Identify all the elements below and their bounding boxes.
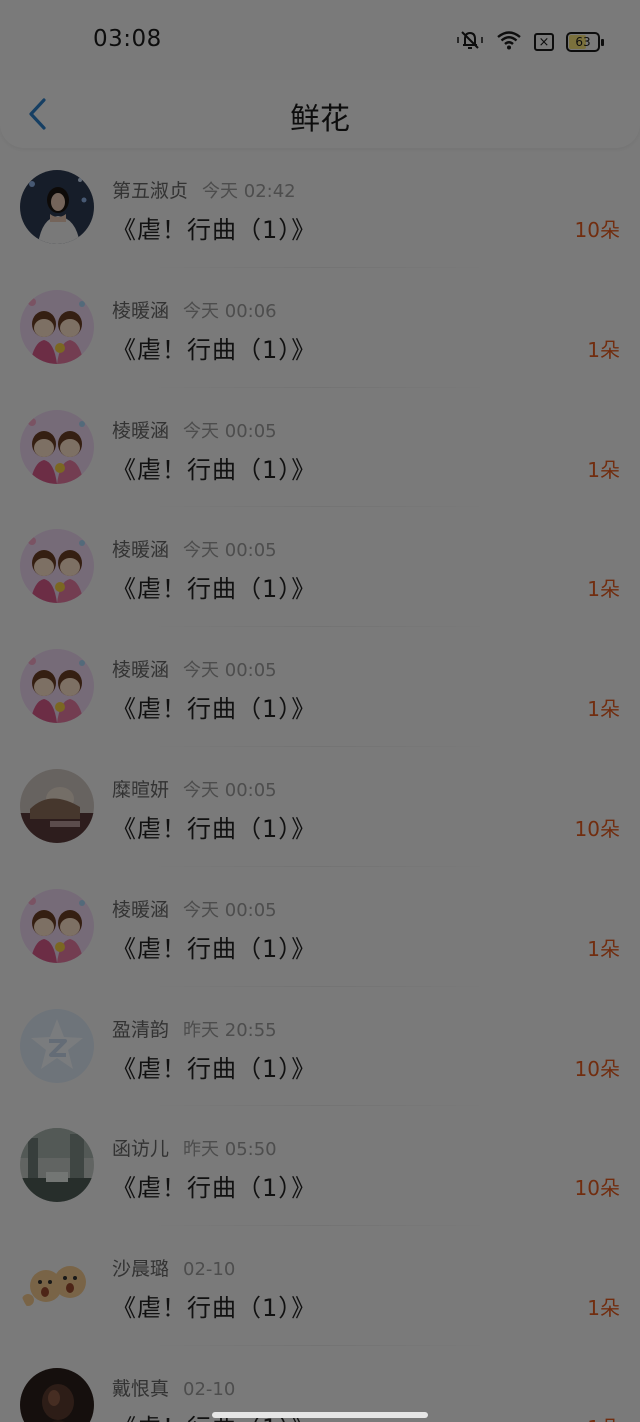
work-title: 《虐！行曲（1）》	[112, 934, 317, 963]
flower-count: 1朵	[587, 697, 620, 722]
work-title: 《虐！行曲（1）》	[112, 814, 317, 843]
send-time: 昨天 20:55	[183, 1019, 277, 1041]
flower-count: 10朵	[574, 218, 620, 242]
list-item[interactable]: 棱暖涵 今天 00:05 《虐！行曲（1）》 1朵	[0, 627, 640, 747]
sender-line: 戴恨真 02-10	[112, 1374, 235, 1401]
sender-line: 棱暖涵 今天 00:05	[112, 895, 277, 922]
home-indicator[interactable]	[212, 1412, 428, 1418]
sender-line: 棱暖涵 今天 00:05	[112, 535, 277, 562]
work-title: 《虐！行曲（1）》	[112, 335, 317, 364]
send-time: 今天 00:05	[183, 660, 277, 682]
status-time: 03:08	[93, 26, 162, 52]
list-item[interactable]: 第五淑贞 今天 02:42 《虐！行曲（1）》 10朵	[0, 148, 640, 268]
dark-photo-avatar[interactable]	[20, 1367, 94, 1422]
sender-name: 沙晨璐	[112, 1258, 170, 1281]
cartoon-couple-avatar[interactable]	[20, 529, 94, 604]
cartoon-couple-avatar[interactable]	[20, 888, 94, 963]
send-time: 昨天 05:50	[183, 1139, 277, 1161]
work-title: 《虐！行曲（1）》	[112, 1294, 317, 1323]
work-title: 《虐！行曲（1）》	[112, 1174, 317, 1203]
send-time: 今天 00:05	[183, 899, 277, 921]
sender-name: 糜暄妍	[112, 778, 170, 801]
sender-line: 盈清韵 昨天 20:55	[112, 1015, 277, 1042]
send-time: 今天 00:05	[183, 779, 277, 801]
page-title: 鲜花	[290, 102, 350, 137]
send-time: 今天 00:05	[183, 540, 277, 562]
send-time: 今天 00:06	[183, 300, 277, 322]
sender-name: 盈清韵	[112, 1018, 170, 1041]
work-title: 《虐！行曲（1）》	[112, 695, 317, 724]
sender-line: 函访儿 昨天 05:50	[112, 1134, 277, 1161]
send-time: 今天 02:42	[202, 181, 296, 202]
flower-count: 10朵	[574, 1056, 620, 1081]
list-item[interactable]: 糜暄妍 今天 00:05 《虐！行曲（1）》 10朵	[0, 747, 640, 867]
photo-avatar[interactable]	[20, 768, 94, 843]
send-time: 今天 00:05	[183, 420, 277, 442]
flower-list[interactable]: 第五淑贞 今天 02:42 《虐！行曲（1）》 10朵 棱暖涵 今天 00:06 《…	[0, 148, 640, 1422]
sender-line: 棱暖涵 今天 00:06	[112, 296, 277, 323]
cartoon-couple-avatar[interactable]	[20, 649, 94, 724]
list-item[interactable]: 棱暖涵 今天 00:06 《虐！行曲（1）》 1朵	[0, 268, 640, 388]
sender-line: 棱暖涵 今天 00:05	[112, 416, 277, 443]
flower-count: 10朵	[574, 816, 620, 841]
cartoon-faces-avatar[interactable]	[20, 1248, 94, 1323]
flower-count: 1朵	[587, 1412, 620, 1422]
flower-count: 1朵	[587, 1296, 620, 1321]
sender-name: 戴恨真	[112, 1377, 170, 1400]
cartoon-couple-avatar[interactable]	[20, 409, 94, 484]
sender-line: 沙晨璐 02-10	[112, 1254, 235, 1281]
sender-name: 第五淑贞	[112, 180, 189, 202]
battery-icon: 63	[566, 32, 604, 52]
flower-count: 1朵	[587, 936, 620, 961]
sender-name: 棱暖涵	[112, 539, 170, 562]
mute-bell-icon	[456, 29, 484, 55]
flower-count: 10朵	[574, 1176, 620, 1201]
sender-name: 函访儿	[112, 1138, 170, 1161]
list-item[interactable]: 棱暖涵 今天 00:05 《虐！行曲（1）》 1朵	[0, 388, 640, 508]
sender-name: 棱暖涵	[112, 898, 170, 921]
list-item[interactable]: 盈清韵 昨天 20:55 《虐！行曲（1）》 10朵	[0, 987, 640, 1107]
street-photo-avatar[interactable]	[20, 1128, 94, 1203]
status-icons: × 63	[456, 29, 604, 55]
work-title: 《虐！行曲（1）》	[112, 216, 317, 244]
sender-line: 第五淑贞 今天 02:42	[112, 176, 296, 203]
woman-photo-avatar[interactable]	[20, 170, 94, 244]
cartoon-couple-avatar[interactable]	[20, 289, 94, 364]
flower-count: 1朵	[587, 457, 620, 482]
sender-name: 棱暖涵	[112, 659, 170, 682]
sender-line: 棱暖涵 今天 00:05	[112, 655, 277, 682]
status-bar: 03:08 × 63	[0, 0, 640, 80]
sender-name: 棱暖涵	[112, 419, 170, 442]
list-item[interactable]: 棱暖涵 今天 00:05 《虐！行曲（1）》 1朵	[0, 507, 640, 628]
list-item[interactable]: 沙晨璐 02-10 《虐！行曲（1）》 1朵	[0, 1226, 640, 1346]
send-time: 02-10	[183, 1378, 236, 1400]
work-title: 《虐！行曲（1）》	[112, 575, 317, 604]
default-star-avatar[interactable]	[20, 1008, 94, 1083]
list-item[interactable]: 棱暖涵 今天 00:05 《虐！行曲（1）》 1朵	[0, 867, 640, 987]
sender-line: 糜暄妍 今天 00:05	[112, 775, 277, 802]
list-item[interactable]: 戴恨真02-10 《虐！行曲（1）》 1朵	[0, 1346, 640, 1422]
x-box-icon: ×	[534, 33, 554, 51]
work-title: 《虐！行曲（1）》	[112, 1054, 317, 1083]
wifi-icon	[496, 29, 522, 55]
battery-level: 63	[575, 35, 591, 49]
header-bar: 鲜花	[0, 80, 640, 148]
send-time: 02-10	[183, 1259, 236, 1281]
work-title: 《虐！行曲（1）》	[112, 455, 317, 484]
list-item[interactable]: 函访儿 昨天 05:50 《虐！行曲（1）》 10朵	[0, 1106, 640, 1227]
flower-count: 1朵	[587, 337, 620, 362]
sender-name: 棱暖涵	[112, 299, 170, 322]
flower-count: 1朵	[587, 577, 620, 602]
